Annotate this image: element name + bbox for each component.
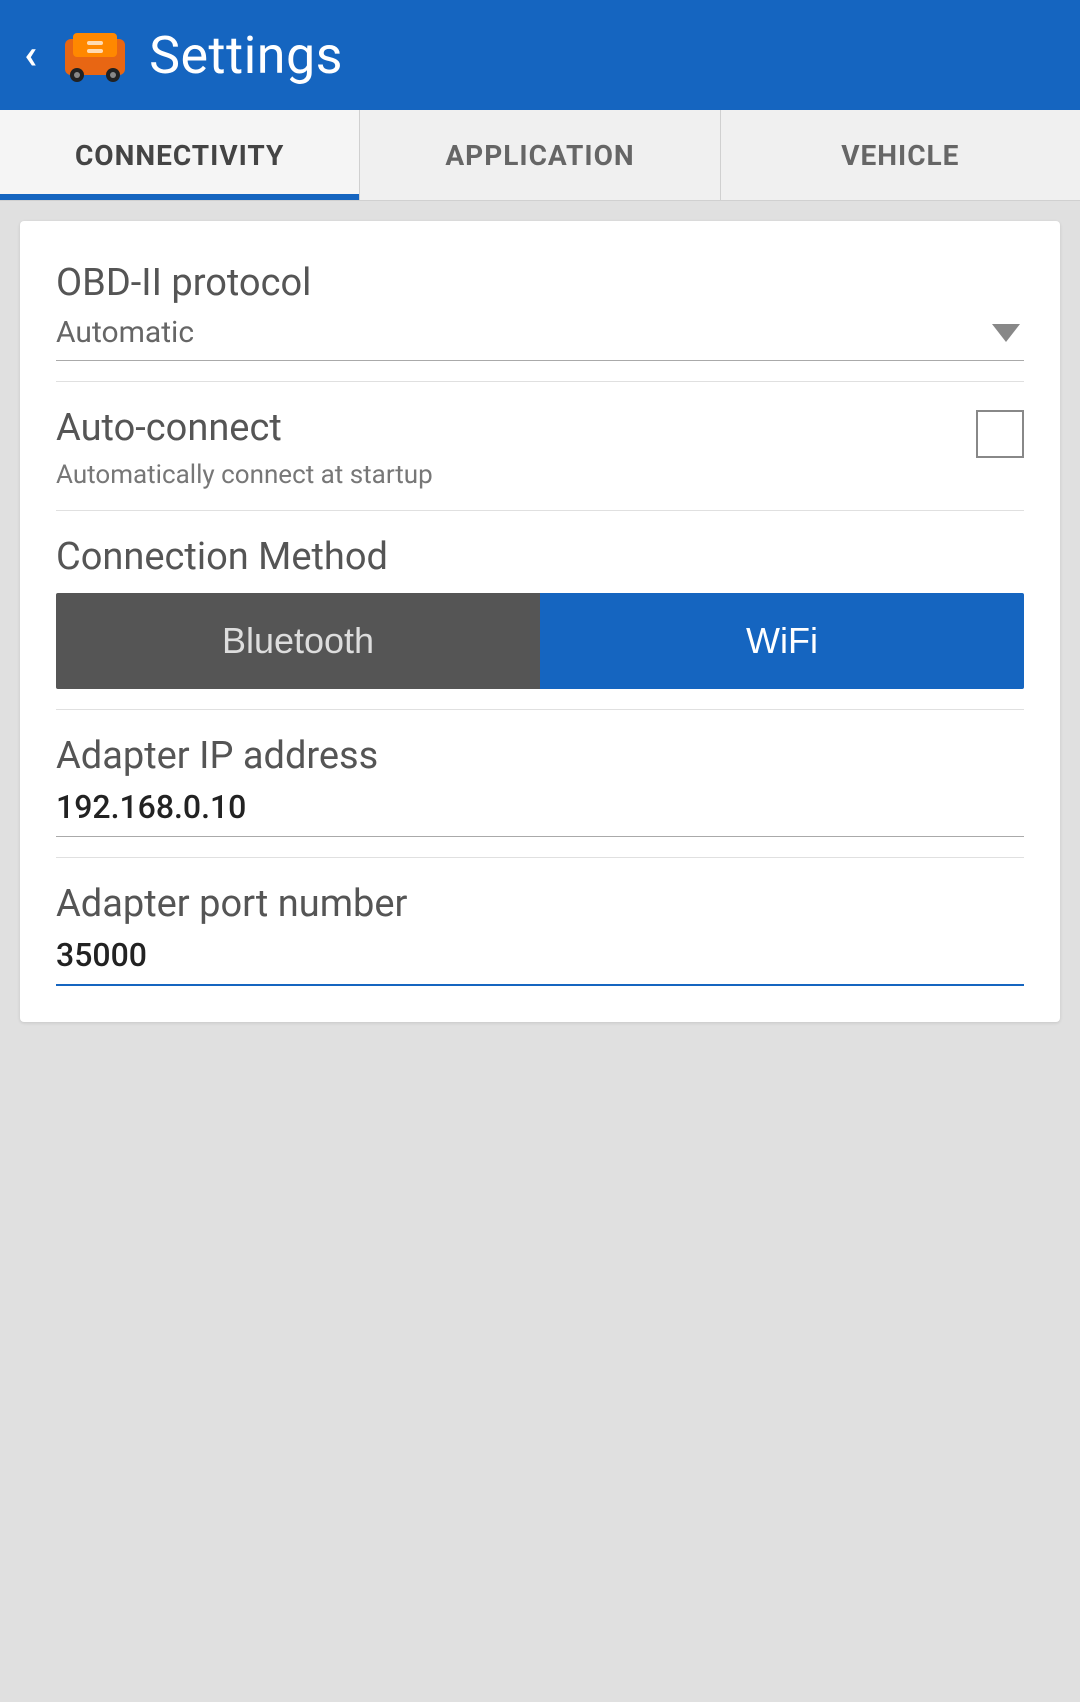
auto-connect-row: Auto-connect Automatically connect at st…	[56, 406, 1024, 490]
obd-protocol-value: Automatic	[56, 315, 194, 350]
obd-protocol-label: OBD-II protocol	[56, 261, 1024, 305]
main-content: OBD-II protocol Automatic Auto-connect A…	[0, 201, 1080, 1052]
header-title: Settings	[149, 25, 343, 86]
adapter-port-value[interactable]: 35000	[56, 936, 147, 974]
auto-connect-section: Auto-connect Automatically connect at st…	[56, 382, 1024, 511]
auto-connect-text: Auto-connect Automatically connect at st…	[56, 406, 433, 490]
auto-connect-label: Auto-connect	[56, 406, 433, 450]
tab-application[interactable]: APPLICATION	[360, 110, 720, 200]
tab-bar: CONNECTIVITY APPLICATION VEHICLE	[0, 110, 1080, 201]
obd-protocol-section: OBD-II protocol Automatic	[56, 251, 1024, 382]
adapter-port-section: Adapter port number 35000	[56, 858, 1024, 986]
adapter-port-input-row: 35000	[56, 936, 1024, 986]
adapter-port-label: Adapter port number	[56, 882, 1024, 926]
tab-connectivity[interactable]: CONNECTIVITY	[0, 110, 360, 200]
auto-connect-checkbox[interactable]	[976, 410, 1024, 458]
obd-protocol-dropdown[interactable]: Automatic	[56, 315, 1024, 361]
app-logo	[59, 19, 131, 91]
adapter-ip-label: Adapter IP address	[56, 734, 1024, 778]
adapter-ip-value[interactable]: 192.168.0.10	[56, 788, 246, 826]
adapter-ip-input-row: 192.168.0.10	[56, 788, 1024, 837]
bluetooth-button[interactable]: Bluetooth	[56, 593, 540, 689]
tab-vehicle[interactable]: VEHICLE	[721, 110, 1080, 200]
auto-connect-subtitle: Automatically connect at startup	[56, 460, 433, 490]
connection-method-section: Connection Method Bluetooth WiFi	[56, 511, 1024, 710]
settings-card: OBD-II protocol Automatic Auto-connect A…	[20, 221, 1060, 1022]
app-header: ‹ Settings	[0, 0, 1080, 110]
connection-method-label: Connection Method	[56, 535, 1024, 579]
adapter-ip-section: Adapter IP address 192.168.0.10	[56, 710, 1024, 858]
wifi-button[interactable]: WiFi	[540, 593, 1024, 689]
connection-method-toggle: Bluetooth WiFi	[56, 593, 1024, 689]
dropdown-arrow-icon	[992, 324, 1020, 342]
back-icon[interactable]: ‹	[24, 34, 37, 76]
